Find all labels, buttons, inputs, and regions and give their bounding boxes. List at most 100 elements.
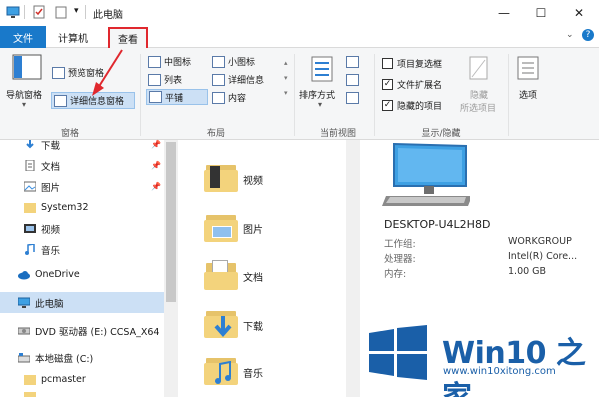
add-columns-icon[interactable] [346,74,362,89]
chevron-down-icon: ▾ [318,100,323,109]
hidden-items-toggle[interactable]: ✓ 隐藏的项目 [382,99,442,112]
folder-label[interactable]: 视频 [243,172,263,187]
nav-item-label: pcmaster [41,374,86,385]
options-icon [517,56,539,80]
nav-item-label: 本地磁盘 (C:) [35,353,94,365]
pin-icon[interactable]: 📌 [151,140,161,149]
windows-logo-icon [369,325,427,380]
item-checkboxes-checkbox[interactable] [382,58,393,69]
help-icon[interactable]: ? [582,29,594,41]
layout-item-label: 平铺 [165,93,184,104]
folder-label[interactable]: 文档 [243,269,263,284]
navigation-pane-icon [12,54,42,80]
tiles-icon [149,91,162,103]
group-by-icon[interactable] [346,56,362,71]
nav-item-documents[interactable]: 文档 📌 [0,155,164,176]
nav-item-downloads[interactable]: 下载 📌 [0,134,164,155]
nav-item-music[interactable]: 音乐 [0,239,164,260]
folder-icon [24,375,36,385]
folder-pictures[interactable] [204,212,238,242]
tab-computer[interactable]: 计算机 [50,26,96,48]
folder-documents[interactable] [204,260,238,290]
layout-tiles[interactable]: 平铺 [146,89,208,105]
nav-item-system32[interactable]: System32 [0,197,164,218]
new-folder-icon[interactable] [54,5,68,19]
item-checkboxes-label: 项目复选框 [397,60,443,70]
minimize-button[interactable]: — [485,0,523,26]
content-scrollbar[interactable] [346,140,360,397]
options-button[interactable]: 选项 [519,88,537,101]
hide-selected-label: 隐藏 [470,91,489,101]
hidden-items-checkbox[interactable]: ✓ [382,100,393,111]
nav-item-label: 视频 [41,224,61,236]
nav-scrollbar-thumb[interactable] [166,142,176,302]
nav-item-local-disk-c[interactable]: 本地磁盘 (C:) [0,347,164,368]
onedrive-cloud-icon [18,271,30,280]
list-icon [148,73,161,86]
divider [85,5,86,19]
layout-content[interactable]: 内容 [212,91,246,104]
detail-key: 内存: [384,269,407,280]
maximize-button[interactable]: ☐ [522,0,560,26]
folder-label[interactable]: 图片 [243,221,263,236]
detail-key: 处理器: [384,254,416,265]
sort-by-icon [311,56,333,82]
quick-access-dropdown-icon[interactable]: ▾ [74,6,79,16]
group-label-layout: 布局 [206,129,225,139]
computer-icon [6,6,20,18]
sort-by-button[interactable]: 排序方式 [299,88,335,101]
nav-item-videos[interactable]: 视频 [0,218,164,239]
detail-key: 工作组: [384,239,416,250]
hide-selected-icon [469,56,488,80]
layout-small-icons[interactable]: 小图标 [212,55,255,68]
pin-icon[interactable]: 📌 [151,182,161,191]
pin-icon[interactable]: 📌 [151,161,161,170]
group-separator [294,54,295,136]
tab-file[interactable]: 文件 [0,26,46,48]
folder-videos[interactable] [204,162,238,192]
layout-item-label: 小图标 [228,58,256,68]
file-extensions-toggle[interactable]: ✓ 文件扩展名 [382,78,442,91]
chevron-down-icon: ▾ [22,100,27,109]
layout-scroll-arrows[interactable]: ▴ ▾ ▾ [284,56,288,101]
nav-item-this-pc[interactable]: 此电脑 [0,292,164,313]
medium-icons-icon [148,55,161,68]
tab-view[interactable]: 查看 [108,27,148,48]
nav-item-dvd-drive[interactable]: DVD 驱动器 (E:) CCSA_X64 [0,320,164,341]
properties-icon[interactable] [32,5,46,19]
collapse-ribbon-icon[interactable]: ⌄ [566,30,574,40]
navigation-pane: 下载 📌 文档 📌 图片 📌 System32 视频 音乐 OneDrive 此… [0,140,164,397]
computer-name: DESKTOP-U4L2H8D [384,218,491,231]
divider [24,5,25,19]
ribbon-tab-bar: 文件 计算机 查看 ⌄ ? [0,26,599,48]
layout-details[interactable]: 详细信息 [212,73,264,86]
layout-item-label: 内容 [228,94,247,104]
nav-item-label: 下载 [41,140,61,152]
detail-value: Intel(R) Core... [508,251,578,262]
nav-item-pictures[interactable]: 图片 📌 [0,176,164,197]
folder-icon [24,203,36,213]
content-icon [212,91,225,104]
file-extensions-checkbox[interactable]: ✓ [382,79,393,90]
folder-label[interactable]: 音乐 [243,365,263,380]
nav-item-pcmaster[interactable]: pcmaster [0,369,164,390]
group-separator [374,54,375,136]
music-icon [25,244,35,255]
folder-icon [24,392,36,397]
watermark-title: Win10 之家 [442,336,586,397]
size-columns-icon[interactable] [346,92,362,107]
layout-list[interactable]: 列表 [148,73,182,86]
close-button[interactable]: ✕ [560,0,598,26]
folder-downloads[interactable] [204,308,238,338]
item-checkboxes-toggle[interactable]: 项目复选框 [382,57,442,70]
folder-music[interactable] [204,355,238,385]
layout-medium-icons[interactable]: 中图标 [148,55,191,68]
nav-item-label: 图片 [41,182,61,194]
nav-item-onedrive[interactable]: OneDrive [0,264,164,285]
detail-value: 1.00 GB [508,266,547,277]
film-strip-icon [210,166,220,188]
nav-item-label: DVD 驱动器 (E:) CCSA_X64 [35,326,160,338]
download-arrow-icon [26,140,34,149]
folder-label[interactable]: 下载 [243,318,263,333]
layout-item-label: 中图标 [164,58,192,68]
